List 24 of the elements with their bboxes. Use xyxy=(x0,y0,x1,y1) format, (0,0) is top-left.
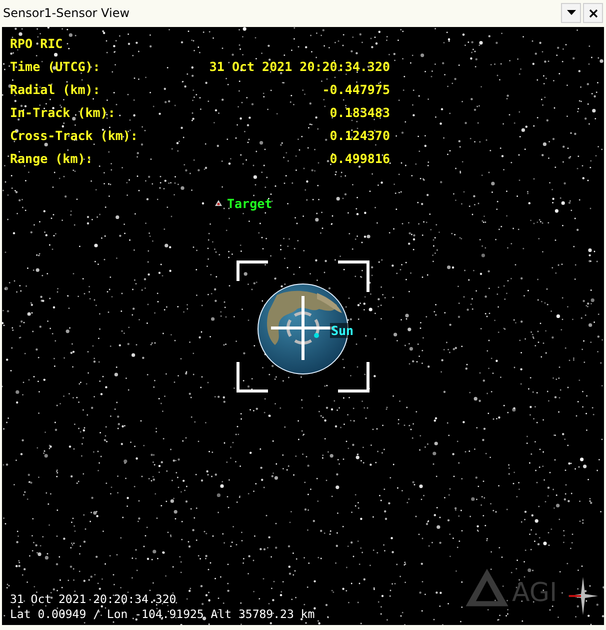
report-label: In-Track (km): xyxy=(10,105,116,122)
report-value: 0.124370 xyxy=(330,128,390,145)
window-title: Sensor1-Sensor View xyxy=(3,6,130,20)
report-value: 0.183483 xyxy=(330,105,390,122)
dot-icon xyxy=(314,333,319,338)
report-label: Cross-Track (km): xyxy=(10,128,138,145)
report-label: Time (UTCG): xyxy=(10,59,100,76)
logo-text: AGI xyxy=(512,578,558,608)
close-button[interactable] xyxy=(583,3,603,23)
report-label: Radial (km): xyxy=(10,82,100,99)
report-title: RPO RIC xyxy=(10,36,64,53)
footer-position: Lat 0.00949 / Lon -104.91925 Alt 35789.23 km xyxy=(10,607,315,622)
caret-icon xyxy=(566,10,576,16)
report-value: -0.447975 xyxy=(322,82,390,99)
target-label: Target xyxy=(227,196,272,211)
footer-time: 31 Oct 2021 20:20:34.320 xyxy=(10,592,178,607)
satellite-icon xyxy=(215,200,222,207)
report-label: Range (km): xyxy=(10,151,93,168)
report-value: 31 Oct 2021 20:20:34.320 xyxy=(209,59,390,76)
close-icon xyxy=(588,8,598,18)
logo-icon xyxy=(464,567,510,608)
report-value: 0.499816 xyxy=(330,151,390,168)
sun-label: Sun xyxy=(330,323,355,338)
dropdown-button[interactable] xyxy=(561,3,581,23)
